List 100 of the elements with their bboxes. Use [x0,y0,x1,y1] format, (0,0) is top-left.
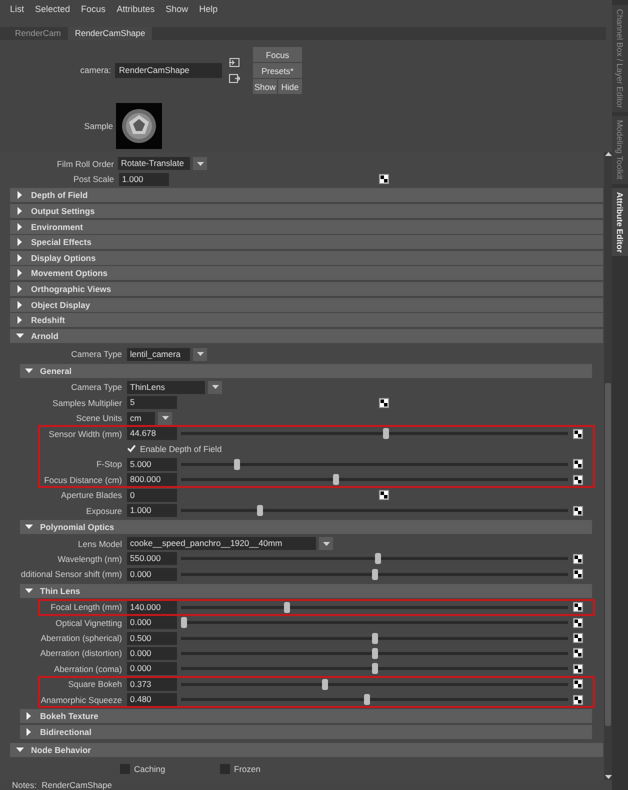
slider-thumb[interactable] [333,474,340,486]
section-header[interactable]: Bidirectional [20,724,592,738]
section-header[interactable]: Redshift [10,313,603,328]
slider-thumb[interactable] [284,602,290,613]
dropdown-field[interactable]: cooke__speed_panchro__1920__40mm [127,537,316,550]
header-button[interactable]: Focus [253,47,302,62]
slider-thumb[interactable] [234,458,240,470]
dropdown-button[interactable] [193,348,207,361]
slider-thumb[interactable] [257,505,264,516]
value-field[interactable]: 0.000 [127,646,177,660]
slider-thumb[interactable] [364,694,370,706]
side-tab[interactable]: Attribute Editor [612,188,628,256]
header-button[interactable]: Show [253,79,277,94]
value-field[interactable]: 5 [127,396,177,410]
value-field[interactable]: 44.678 [127,427,177,440]
checker-icon[interactable] [573,428,583,439]
value-field[interactable]: 0.500 [127,632,177,645]
section-header[interactable]: General [20,364,592,378]
dropdown-field[interactable]: lentil_camera [127,348,190,361]
checker-icon[interactable] [573,633,583,644]
attribute-label: dditional Sensor shift (mm) [20,569,122,580]
checker-icon[interactable] [573,554,583,564]
section-header[interactable]: Depth of Field [10,188,603,202]
checker-icon[interactable] [573,506,583,516]
checkbox[interactable] [120,764,130,774]
checker-icon[interactable] [573,694,583,705]
dropdown-button[interactable] [208,380,222,394]
checker-icon[interactable] [573,474,583,485]
node-tab[interactable]: RenderCamShape [68,27,152,40]
value-field[interactable]: 0.000 [127,568,177,581]
notes-label: Notes: [12,780,37,790]
section-header[interactable]: Bokeh Texture [20,708,592,723]
slider-thumb[interactable] [372,632,378,644]
slider-thumb[interactable] [181,617,187,628]
slider-thumb[interactable] [372,568,378,580]
value-field[interactable]: 550.000 [127,552,177,566]
section-header[interactable]: Display Options [10,250,603,265]
value-field[interactable]: 1.000 [119,172,169,186]
slider-thumb[interactable] [372,648,378,659]
checker-icon[interactable] [379,174,389,184]
section-header[interactable]: Polynomial Optics [20,520,592,534]
header-button[interactable]: Presets* [253,63,302,78]
value-field[interactable]: 0.000 [127,616,177,630]
value-field[interactable]: 1.000 [127,504,177,518]
checker-icon[interactable] [573,602,583,612]
dropdown-button[interactable] [193,157,207,170]
scroll-up-icon[interactable] [604,152,612,157]
slider-thumb[interactable] [372,663,378,674]
checker-icon[interactable] [573,648,583,658]
value-field[interactable]: 140.000 [127,600,177,614]
menu-item[interactable]: Help [195,4,222,14]
attribute-label: Optical Vignetting [56,618,122,628]
scroll-down-icon[interactable] [604,775,612,780]
value-field[interactable]: 0.000 [127,662,177,676]
section-header[interactable]: Object Display [10,298,603,312]
section-header[interactable]: Output Settings [10,204,603,218]
caret-icon [162,416,168,420]
checkbox-label: Caching [134,764,166,774]
node-name-field[interactable]: RenderCamShape [115,62,222,78]
section-header[interactable]: Arnold [10,328,603,343]
value-field[interactable]: 0.480 [127,693,177,706]
menu-item[interactable]: Selected [31,4,74,14]
checker-icon[interactable] [573,664,583,674]
section-header[interactable]: Node Behavior [10,743,603,758]
section-header[interactable]: Movement Options [10,266,603,280]
attribute-label: Aperture Blades [61,490,122,500]
header-button[interactable]: Hide [278,79,302,94]
checker-icon[interactable] [379,490,389,500]
menu-item[interactable]: List [6,4,28,14]
slider-thumb[interactable] [375,553,382,564]
menu-item[interactable]: Attributes [112,4,159,14]
slider-thumb[interactable] [322,678,328,690]
section-header[interactable]: Orthographic Views [10,282,603,296]
section-header[interactable]: Special Effects [10,235,603,250]
section-header[interactable]: Thin Lens [20,584,592,598]
attribute-label: Aberration (coma) [54,664,122,674]
slider-thumb[interactable] [382,428,389,440]
checker-icon[interactable] [573,618,583,628]
checker-icon[interactable] [573,569,583,580]
checkbox[interactable] [127,444,136,454]
dropdown-field[interactable]: cm [127,412,155,425]
scrollbar-thumb[interactable] [605,383,611,726]
attribute-label: Square Bokeh [68,679,122,690]
node-tab[interactable]: RenderCam [8,27,68,40]
dropdown-button[interactable] [319,537,333,550]
value-field[interactable]: 5.000 [127,458,177,471]
checkbox-label: Enable Depth of Field [140,444,222,454]
dropdown-field[interactable]: ThinLens [127,380,205,394]
menu-item[interactable]: Focus [77,4,110,14]
value-field[interactable]: 800.000 [127,473,177,486]
checkbox[interactable] [220,764,230,774]
checker-icon[interactable] [573,679,583,690]
value-field[interactable]: 0 [127,488,177,502]
dropdown-field[interactable]: Rotate-Translate [118,157,190,170]
value-field[interactable]: 0.373 [127,678,177,691]
menu-item[interactable]: Show [162,4,192,14]
dropdown-button[interactable] [158,412,172,425]
checker-icon[interactable] [573,459,583,470]
checker-icon[interactable] [379,398,389,408]
section-header[interactable]: Environment [10,220,603,234]
